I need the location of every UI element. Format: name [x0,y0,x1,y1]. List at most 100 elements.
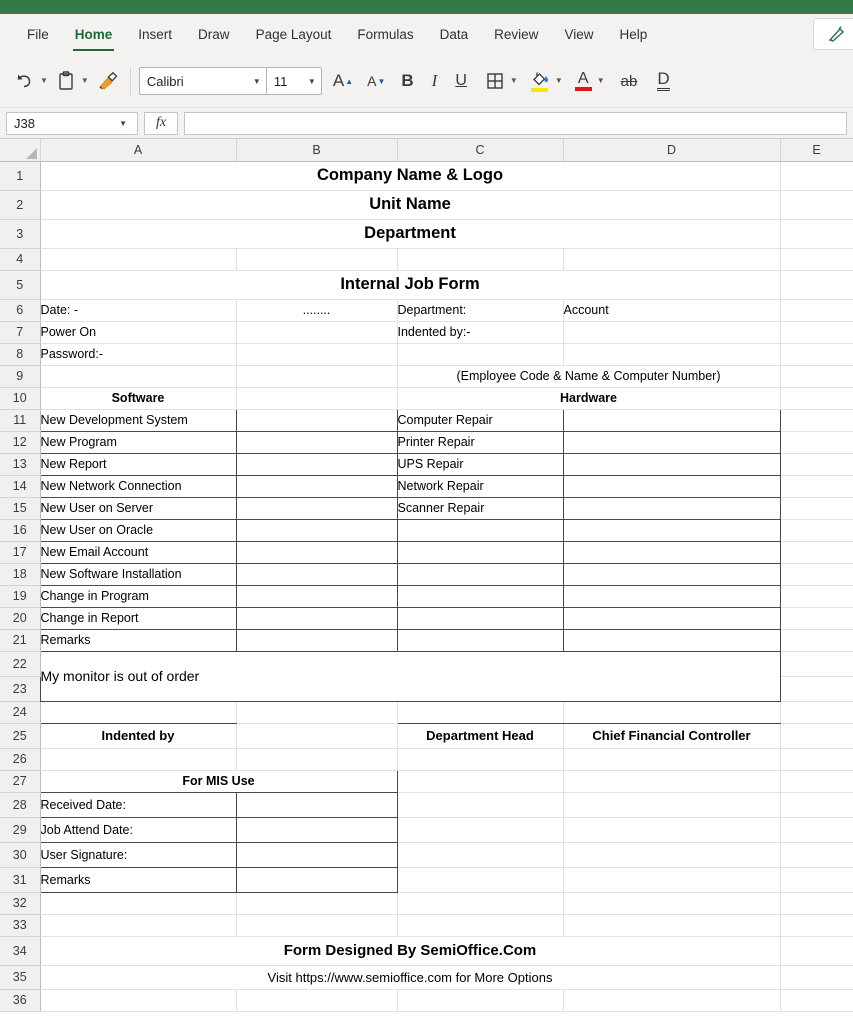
cell-e12[interactable] [780,431,853,454]
row-header-3[interactable]: 3 [0,219,41,249]
cell-a22-remarks-note[interactable]: My monitor is out of order [39,651,781,702]
cell-d32[interactable] [563,892,781,915]
cell-d7[interactable] [563,321,781,344]
cell-c4[interactable] [397,248,564,271]
cell-a34-footer-title[interactable]: Form Designed By SemiOffice.Com [40,936,781,966]
cell-c18[interactable] [397,563,564,586]
cell-b14[interactable] [236,475,398,498]
tab-home[interactable]: Home [62,23,126,51]
increase-font-size-button[interactable]: A ▲ [330,66,356,96]
cell-b7[interactable] [236,321,398,344]
name-box[interactable]: J38 ▼ [6,111,138,135]
cell-b16[interactable] [236,519,398,542]
font-name-select[interactable]: Calibri ▼ [140,68,266,94]
row-header-33[interactable]: 33 [0,914,41,937]
row-header-4[interactable]: 4 [0,248,41,271]
cell-c29[interactable] [397,817,564,843]
column-header-b[interactable]: B [236,139,398,162]
cell-a32[interactable] [40,892,237,915]
cell-a18-software-item[interactable]: New Software Installation [39,563,237,586]
cell-a17-software-item[interactable]: New Email Account [39,541,237,564]
cell-b6-date-dots[interactable]: ........ [236,299,398,322]
row-header-25[interactable]: 25 [0,723,41,749]
row-header-5[interactable]: 5 [0,270,41,300]
cell-a24[interactable] [40,701,237,724]
row-header-7[interactable]: 7 [0,321,41,344]
cell-a8-password[interactable]: Password:- [40,343,237,366]
row-header-12[interactable]: 12 [0,431,41,454]
cell-c7-indented-by[interactable]: Indented by:- [397,321,564,344]
editor-button[interactable] [813,18,853,50]
cell-b9[interactable] [236,365,398,388]
cell-b21[interactable] [236,629,398,652]
cell-c12-hardware-item[interactable]: Printer Repair [397,431,564,454]
cell-e17[interactable] [780,541,853,564]
cell-e13[interactable] [780,453,853,476]
cell-b19[interactable] [236,585,398,608]
cell-d24[interactable] [563,701,781,724]
cell-b36[interactable] [236,989,398,1012]
row-header-27[interactable]: 27 [0,770,41,793]
cell-e3[interactable] [780,219,853,249]
cell-d36[interactable] [563,989,781,1012]
cell-c21[interactable] [397,629,564,652]
italic-button[interactable]: I [429,66,441,96]
cell-b4[interactable] [236,248,398,271]
row-header-21[interactable]: 21 [0,629,41,652]
cell-a5-form-title[interactable]: Internal Job Form [40,270,781,300]
cell-d26[interactable] [563,748,781,771]
cell-a15-software-item[interactable]: New User on Server [39,497,237,520]
cell-e29[interactable] [780,817,853,843]
cell-e18[interactable] [780,563,853,586]
cell-d21[interactable] [563,629,781,652]
cell-a2-unit-name[interactable]: Unit Name [40,190,781,220]
cell-e16[interactable] [780,519,853,542]
format-painter-button[interactable] [94,66,122,96]
cell-e20[interactable] [780,607,853,630]
cell-b32[interactable] [236,892,398,915]
borders-button[interactable] [482,66,508,96]
cell-c13-hardware-item[interactable]: UPS Repair [397,453,564,476]
row-header-28[interactable]: 28 [0,792,41,818]
row-header-30[interactable]: 30 [0,842,41,868]
cell-e22[interactable] [780,651,853,677]
cell-e8[interactable] [780,343,853,366]
cell-a4[interactable] [40,248,237,271]
cell-d13[interactable] [563,453,781,476]
row-header-13[interactable]: 13 [0,453,41,476]
cell-e33[interactable] [780,914,853,937]
tab-help[interactable]: Help [606,23,660,46]
cell-d8[interactable] [563,343,781,366]
cell-a25-indented-by[interactable]: Indented by [40,723,237,749]
decrease-font-size-button[interactable]: A ▼ [364,66,388,96]
cell-c15-hardware-item[interactable]: Scanner Repair [397,497,564,520]
cell-a14-software-item[interactable]: New Network Connection [39,475,237,498]
cell-a31-remarks[interactable]: Remarks [39,867,237,893]
row-header-18[interactable]: 18 [0,563,41,586]
cell-c10-hardware-header[interactable]: Hardware [397,387,781,410]
undo-button[interactable] [10,66,38,96]
cell-a10-software-header[interactable]: Software [40,387,237,410]
cell-d17[interactable] [563,541,781,564]
cell-e31[interactable] [780,867,853,893]
paste-button[interactable] [53,66,79,96]
bold-button[interactable]: B [398,66,416,96]
cell-a16-software-item[interactable]: New User on Oracle [39,519,237,542]
row-header-8[interactable]: 8 [0,343,41,366]
tab-draw[interactable]: Draw [185,23,243,46]
row-header-6[interactable]: 6 [0,299,41,322]
cell-e23[interactable] [780,676,853,702]
cell-d11[interactable] [563,408,781,432]
cell-c27[interactable] [397,770,564,793]
cell-b26[interactable] [236,748,398,771]
row-header-16[interactable]: 16 [0,519,41,542]
cell-e7[interactable] [780,321,853,344]
cell-c11-hardware-item[interactable]: Computer Repair [397,408,564,432]
cell-e6[interactable] [780,299,853,322]
row-header-26[interactable]: 26 [0,748,41,771]
cell-d31[interactable] [563,867,781,893]
cell-b33[interactable] [236,914,398,937]
cell-b24[interactable] [236,701,398,724]
cell-b11[interactable] [236,408,398,432]
cell-b29[interactable] [236,817,398,843]
